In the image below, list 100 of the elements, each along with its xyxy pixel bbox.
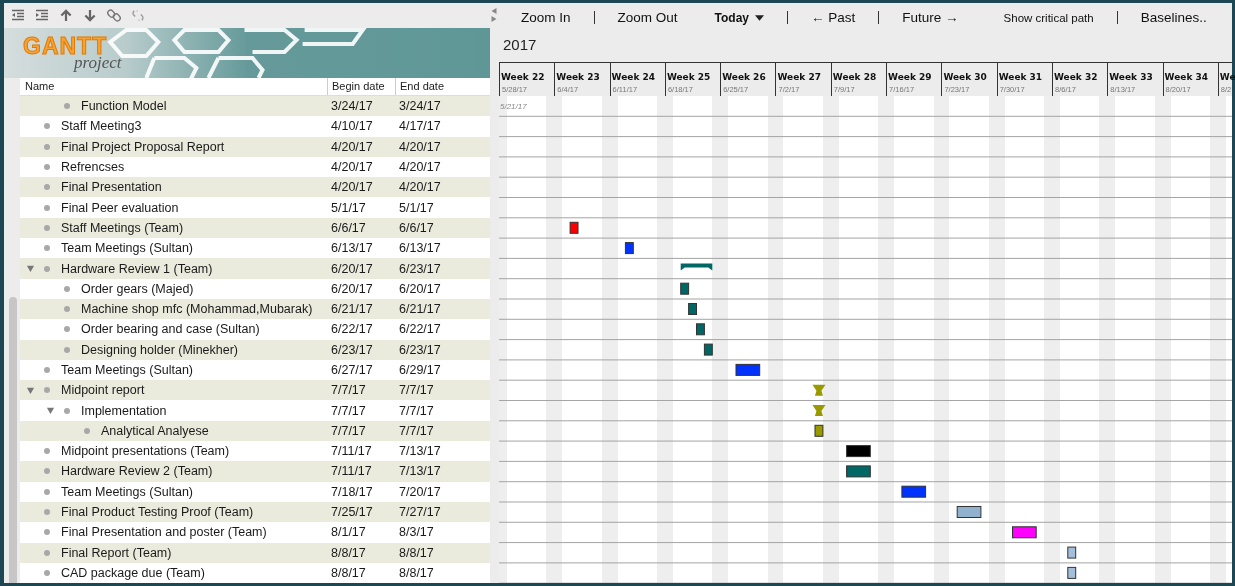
scrollbar-thumb[interactable] [9, 297, 17, 583]
begin-date: 6/27/17 [330, 363, 374, 377]
task-bar[interactable] [703, 343, 713, 356]
bullet-icon [44, 265, 50, 272]
week-label: Week 22 [500, 71, 546, 82]
task-bar[interactable] [569, 221, 579, 234]
task-row[interactable]: Final Presentation 4/20/17 4/20/17 [20, 177, 490, 198]
task-name: Final Product Testing Proof (Team) [61, 505, 254, 520]
bullet-icon [44, 509, 50, 516]
column-header[interactable]: Name [20, 78, 327, 95]
up-arrow-icon[interactable] [59, 9, 73, 22]
begin-date: 6/20/17 [330, 261, 374, 276]
bullet-icon [64, 346, 70, 353]
end-date: 6/29/17 [398, 363, 441, 377]
end-date: 6/22/17 [398, 322, 441, 337]
splitter-arrows-icon[interactable] [490, 7, 497, 23]
task-row[interactable]: Hardware Review 1 (Team) 6/20/17 6/23/17 [20, 258, 490, 279]
begin-date: 6/23/17 [330, 342, 374, 357]
week-label: Week 27 [776, 71, 822, 82]
end-date: 6/23/17 [398, 261, 441, 276]
task-row[interactable]: Final Product Testing Proof (Team) 7/25/17 7/27/17 [20, 501, 490, 523]
task-name: Staff Meetings (Team) [61, 220, 184, 235]
task-name: Team Meetings (Sultan) [61, 241, 193, 256]
begin-date: 8/8/17 [330, 565, 367, 580]
toolbar-button[interactable]: Show critical path [1003, 11, 1094, 24]
task-row[interactable]: Designing holder (Minekher) 6/23/17 6/23/17 [20, 339, 490, 360]
task-bar[interactable] [735, 363, 761, 376]
expand-toggle-icon[interactable] [25, 385, 35, 395]
begin-date: 8/8/17 [330, 545, 367, 560]
begin-date: 3/24/17 [330, 99, 374, 114]
toolbar-button[interactable]: Zoom In [521, 10, 571, 26]
end-date: 8/3/17 [398, 525, 434, 540]
week-label: Week 31 [997, 71, 1044, 82]
week-label: Week 32 [1052, 71, 1099, 82]
down-arrow-icon[interactable] [83, 9, 97, 22]
task-bar[interactable] [696, 323, 705, 336]
toolbar-button[interactable]: Baselines.. [1140, 10, 1207, 26]
end-date: 7/20/17 [398, 484, 441, 499]
task-name: Final Peer evaluation [61, 200, 179, 215]
begin-date: 7/7/17 [330, 403, 367, 418]
outdent-icon[interactable] [11, 9, 25, 22]
task-bar[interactable] [846, 444, 871, 457]
task-row[interactable]: Analytical Analyese 7/7/17 7/7/17 [20, 420, 490, 442]
task-name: Final Project Proposal Report [61, 139, 225, 154]
week-label: Week 23 [555, 71, 601, 82]
task-bar[interactable] [901, 485, 927, 498]
task-name: Midpoint report [61, 383, 145, 398]
today-dropdown[interactable]: Today [714, 10, 764, 25]
milestone-marker[interactable] [812, 384, 826, 396]
toolbar-button[interactable]: Future → [902, 10, 959, 26]
bullet-icon [44, 123, 50, 130]
milestone-marker[interactable] [812, 404, 826, 416]
bullet-icon [64, 407, 70, 414]
begin-date: 8/1/17 [330, 525, 367, 540]
begin-date: 5/1/17 [330, 200, 367, 215]
task-bar[interactable] [688, 302, 697, 315]
bullet-icon [44, 184, 50, 191]
task-bar[interactable] [1012, 526, 1037, 539]
bullet-icon [44, 448, 50, 455]
indent-icon[interactable] [35, 9, 49, 22]
task-name: Hardware Review 1 (Team) [61, 261, 213, 276]
week-label: Week 26 [721, 71, 767, 82]
task-bar[interactable] [956, 505, 982, 518]
begin-date: 4/20/17 [330, 160, 374, 175]
begin-date: 7/25/17 [330, 505, 374, 520]
task-name: Final Presentation and poster (Team) [61, 525, 267, 540]
begin-date: 6/6/17 [330, 220, 367, 235]
task-bar[interactable] [1067, 566, 1077, 579]
column-header[interactable]: Begin date [327, 78, 395, 95]
task-name: Machine shop mfc (Mohammad,Mubarak) [81, 302, 313, 317]
task-row[interactable]: Midpoint report 7/7/17 7/7/17 [20, 380, 490, 401]
expand-toggle-icon[interactable] [45, 406, 55, 416]
task-row[interactable]: Final Project Proposal Report 4/20/17 4/20/17 [20, 136, 490, 157]
bullet-icon [44, 204, 50, 211]
task-bar[interactable] [680, 282, 690, 295]
task-name: Team Meetings (Sultan) [61, 363, 193, 377]
end-date: 6/6/17 [398, 220, 434, 235]
task-row[interactable]: Machine shop mfc (Mohammad,Mubarak) 6/21/17 6/21/17 [20, 298, 490, 320]
task-name: Order bearing and case (Sultan) [81, 322, 260, 337]
end-date: 4/17/17 [398, 119, 441, 134]
link-icon[interactable] [107, 9, 121, 22]
task-name: Designing holder (Minekher) [81, 342, 239, 357]
task-row[interactable]: Hardware Review 2 (Team) 7/11/17 7/13/17 [20, 461, 490, 482]
begin-date: 4/20/17 [330, 180, 374, 195]
week-label: Week 33 [1108, 71, 1154, 82]
summary-bar[interactable] [680, 263, 713, 271]
end-date: 4/20/17 [398, 180, 441, 195]
week-label: Week 25 [665, 71, 712, 82]
expand-toggle-icon[interactable] [25, 264, 35, 273]
task-row[interactable]: Function Model 3/24/17 3/24/17 [20, 96, 490, 117]
task-row[interactable]: Staff Meetings (Team) 6/6/17 6/6/17 [20, 217, 490, 239]
task-name: Analytical Analyese [101, 423, 209, 438]
task-bar[interactable] [624, 241, 634, 254]
bullet-icon [44, 468, 50, 475]
bullet-icon [44, 245, 50, 252]
task-row[interactable]: Final Report (Team) 8/8/17 8/8/17 [20, 542, 490, 563]
toolbar-button[interactable]: Zoom Out [617, 10, 678, 26]
toolbar-button[interactable]: ← Past [811, 10, 856, 26]
end-date: 6/23/17 [398, 342, 441, 357]
bullet-icon [44, 387, 50, 394]
